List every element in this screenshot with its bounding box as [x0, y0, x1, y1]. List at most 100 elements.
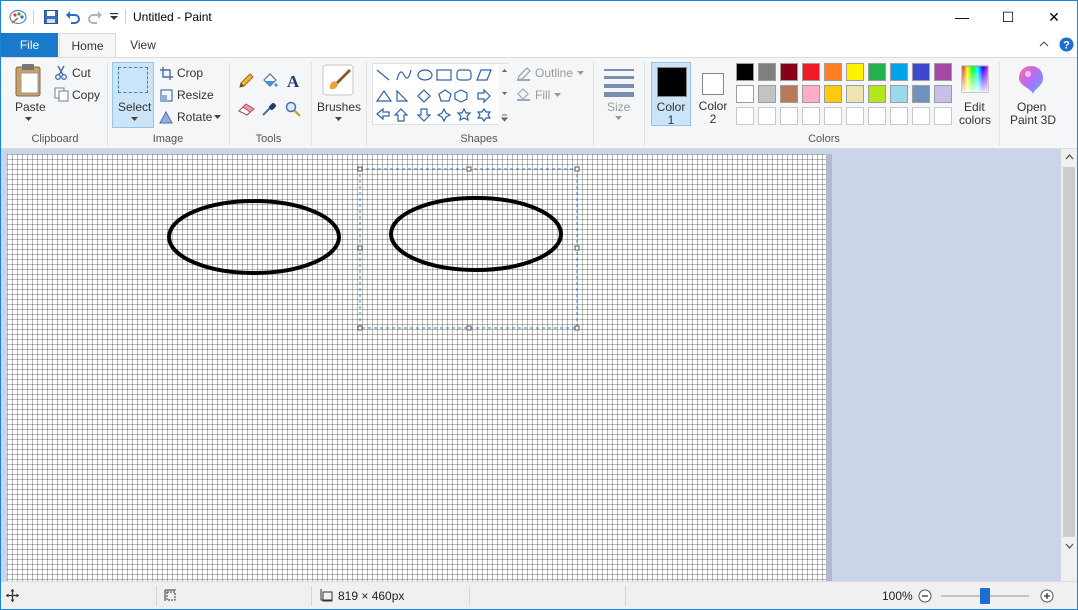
color-swatch[interactable]: [934, 63, 952, 81]
color-swatch[interactable]: [912, 85, 930, 103]
color-swatch[interactable]: [736, 63, 754, 81]
text-tool-icon[interactable]: A: [284, 72, 302, 90]
scroll-thumb[interactable]: [1063, 167, 1075, 537]
edit-colors-label-line2[interactable]: colors: [959, 113, 991, 127]
color-swatch[interactable]: [758, 63, 776, 81]
select-label: Select: [118, 100, 152, 114]
tab-view[interactable]: View: [119, 33, 167, 57]
fill-bucket-icon[interactable]: [260, 72, 278, 90]
brushes-dropdown-icon[interactable]: [333, 115, 343, 123]
zoom-slider-thumb[interactable]: [980, 588, 990, 604]
color-swatch[interactable]: [802, 85, 820, 103]
ribbon-tabs: File Home View ?: [1, 33, 1077, 57]
custom-color-slot[interactable]: [846, 107, 864, 125]
shapes-gallery-icons[interactable]: [373, 64, 510, 126]
help-icon[interactable]: ?: [1058, 36, 1074, 52]
select-button[interactable]: Select: [112, 62, 154, 128]
color-swatch[interactable]: [890, 85, 908, 103]
color-swatch[interactable]: [868, 63, 886, 81]
outline-icon[interactable]: [515, 66, 531, 82]
rotate-button[interactable]: Rotate: [177, 110, 212, 124]
customize-qat-icon[interactable]: [107, 8, 121, 26]
scroll-down-icon[interactable]: [1063, 541, 1075, 551]
cut-icon[interactable]: [53, 64, 69, 80]
edit-colors-label-line1[interactable]: Edit: [964, 100, 985, 114]
magnifier-icon[interactable]: [284, 100, 302, 118]
custom-color-slot[interactable]: [934, 107, 952, 125]
crop-button[interactable]: Crop: [177, 66, 203, 80]
rotate-icon[interactable]: [159, 110, 173, 124]
zoom-in-icon[interactable]: [1039, 588, 1055, 604]
cut-button[interactable]: Cut: [72, 66, 91, 80]
drawing-canvas[interactable]: [7, 154, 826, 581]
custom-color-slot[interactable]: [758, 107, 776, 125]
vertical-scrollbar[interactable]: [1061, 149, 1077, 581]
resize-icon[interactable]: [159, 88, 173, 102]
maximize-button[interactable]: ☐: [985, 1, 1031, 33]
crop-icon[interactable]: [159, 66, 173, 80]
paint3d-label-line1[interactable]: Open: [1017, 100, 1046, 114]
title-bar: Untitled - Paint — ☐ ✕: [1, 1, 1077, 33]
tab-home[interactable]: Home: [59, 33, 116, 57]
copy-button[interactable]: Copy: [72, 88, 100, 102]
ribbon-separator: [311, 62, 312, 146]
color-swatch[interactable]: [846, 85, 864, 103]
color-swatch[interactable]: [846, 63, 864, 81]
eraser-icon[interactable]: [237, 100, 255, 118]
outline-dropdown-icon[interactable]: [576, 70, 584, 76]
paste-button[interactable]: Paste: [15, 100, 46, 114]
paste-icon[interactable]: [11, 62, 45, 98]
color-swatch[interactable]: [802, 63, 820, 81]
fill-dropdown-icon[interactable]: [553, 92, 561, 98]
size-icon[interactable]: [602, 65, 636, 99]
fill-icon[interactable]: [515, 86, 531, 102]
paint3d-label-line2[interactable]: Paint 3D: [1010, 113, 1056, 127]
undo-icon[interactable]: [63, 8, 83, 26]
brushes-button[interactable]: Brushes: [317, 100, 361, 114]
custom-color-slot[interactable]: [912, 107, 930, 125]
custom-color-slot[interactable]: [890, 107, 908, 125]
color-swatch[interactable]: [824, 85, 842, 103]
color-swatch[interactable]: [912, 63, 930, 81]
color-swatch[interactable]: [758, 85, 776, 103]
color-swatch[interactable]: [736, 85, 754, 103]
color-swatch[interactable]: [890, 63, 908, 81]
scroll-up-icon[interactable]: [1063, 152, 1075, 162]
copy-icon[interactable]: [53, 86, 69, 102]
paint3d-icon[interactable]: [1015, 63, 1047, 97]
minimize-button[interactable]: —: [939, 1, 985, 33]
color-picker-icon[interactable]: [260, 100, 278, 118]
outline-button[interactable]: Outline: [535, 66, 573, 80]
selection-rectangle[interactable]: [357, 166, 580, 331]
size-button[interactable]: Size: [607, 100, 630, 114]
color-swatch[interactable]: [780, 63, 798, 81]
save-icon[interactable]: [41, 8, 61, 26]
tab-file[interactable]: File: [1, 33, 58, 57]
rotate-dropdown-icon[interactable]: [213, 113, 221, 121]
custom-color-slot[interactable]: [736, 107, 754, 125]
custom-color-slot[interactable]: [780, 107, 798, 125]
color-swatch[interactable]: [934, 85, 952, 103]
color-swatch[interactable]: [868, 85, 886, 103]
status-separator: [625, 586, 626, 606]
edit-colors-icon[interactable]: [960, 63, 990, 95]
custom-color-slot[interactable]: [824, 107, 842, 125]
color1-button[interactable]: Color 1: [651, 62, 691, 127]
paint-app-icon[interactable]: [8, 8, 28, 26]
resize-button[interactable]: Resize: [177, 88, 214, 102]
redo-icon[interactable]: [85, 8, 105, 26]
close-button[interactable]: ✕: [1031, 1, 1077, 33]
color2-button[interactable]: Color 2: [693, 62, 733, 126]
paste-dropdown-icon[interactable]: [23, 115, 33, 123]
custom-color-slot[interactable]: [802, 107, 820, 125]
pencil-icon[interactable]: [237, 72, 255, 90]
collapse-ribbon-icon[interactable]: [1037, 37, 1051, 51]
fill-button[interactable]: Fill: [535, 88, 550, 102]
select-dropdown-icon[interactable]: [129, 115, 139, 123]
brushes-icon[interactable]: [320, 63, 356, 97]
size-dropdown-icon[interactable]: [614, 115, 622, 121]
color-swatch[interactable]: [824, 63, 842, 81]
custom-color-slot[interactable]: [868, 107, 886, 125]
zoom-out-icon[interactable]: [917, 588, 933, 604]
color-swatch[interactable]: [780, 85, 798, 103]
